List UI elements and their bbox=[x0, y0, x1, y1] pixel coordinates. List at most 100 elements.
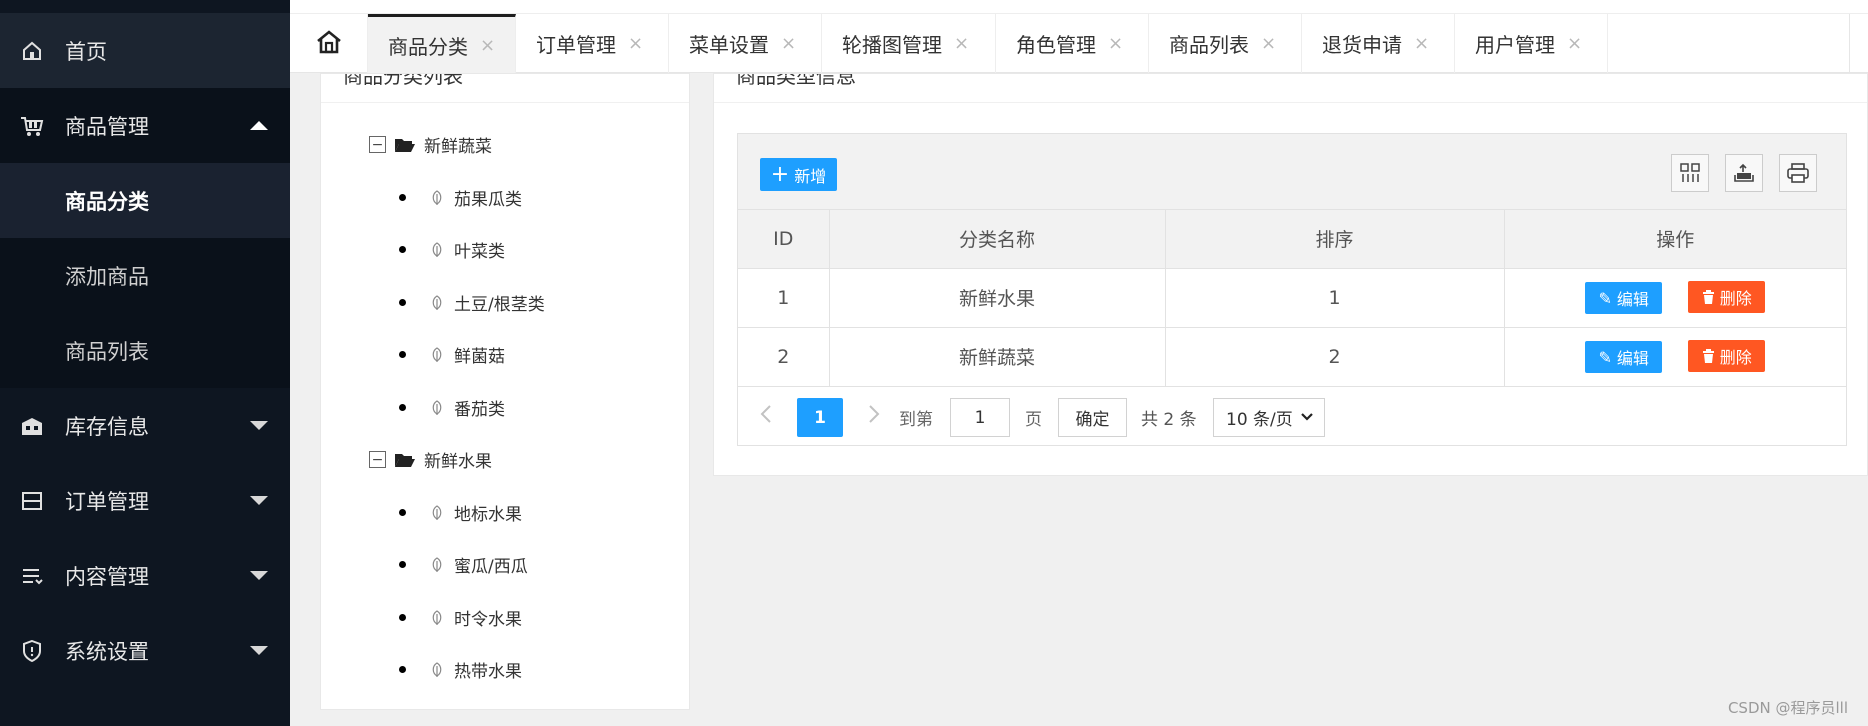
tree-node-leaf[interactable]: 土豆/根茎类 bbox=[399, 290, 545, 315]
tab-users[interactable]: 用户管理 × bbox=[1455, 14, 1608, 73]
bullet bbox=[399, 246, 406, 253]
tab-category[interactable]: 商品分类 × bbox=[368, 14, 516, 73]
edit-button[interactable]: ✎ 编辑 bbox=[1585, 341, 1663, 374]
folder-open-icon bbox=[395, 453, 415, 467]
close-icon[interactable]: × bbox=[954, 33, 969, 54]
page-label: 页 bbox=[1025, 410, 1042, 430]
cell-actions: ✎ 编辑 删除 bbox=[1504, 327, 1846, 387]
tab-goods-list[interactable]: 商品列表 × bbox=[1149, 14, 1302, 73]
trash-icon bbox=[1702, 289, 1714, 304]
column-header[interactable]: 操作 bbox=[1504, 210, 1846, 269]
tree-node-leaf[interactable]: 蜜瓜/西瓜 bbox=[399, 552, 528, 577]
chevron-right-icon[interactable] bbox=[868, 404, 880, 430]
leaf-icon bbox=[432, 346, 442, 362]
chevron-down-icon bbox=[250, 571, 268, 580]
sidebar-item-home[interactable]: 首页 bbox=[0, 13, 290, 88]
delete-button[interactable]: 删除 bbox=[1688, 339, 1766, 372]
tree-node-leaf[interactable]: 时令水果 bbox=[399, 605, 522, 630]
folder-open-icon bbox=[395, 138, 415, 152]
collapse-toggle[interactable]: − bbox=[369, 136, 386, 153]
close-icon[interactable]: × bbox=[1261, 33, 1276, 54]
tab-label: 商品分类 bbox=[388, 34, 468, 59]
edit-button[interactable]: ✎ 编辑 bbox=[1585, 282, 1663, 315]
close-icon[interactable]: × bbox=[628, 33, 643, 54]
sidebar-item-goods[interactable]: 商品管理 bbox=[0, 88, 290, 163]
tree-node-leaf[interactable]: 茄果瓜类 bbox=[399, 185, 522, 210]
add-button[interactable]: + 新增 bbox=[760, 158, 837, 191]
page-size-select[interactable]: 10 条/页 bbox=[1213, 398, 1325, 437]
table-row: 2 新鲜蔬菜 2 ✎ 编辑 删除 bbox=[738, 327, 1846, 387]
sidebar-item-label: 商品管理 bbox=[65, 114, 149, 139]
tab-returns[interactable]: 退货申请 × bbox=[1302, 14, 1455, 73]
tree-node-label: 蜜瓜/西瓜 bbox=[454, 557, 528, 577]
tab-roles[interactable]: 角色管理 × bbox=[996, 14, 1149, 73]
bullet bbox=[399, 404, 406, 411]
warehouse-icon bbox=[20, 414, 44, 438]
tab-menu-settings[interactable]: 菜单设置 × bbox=[669, 14, 822, 73]
tree-node-label: 热带水果 bbox=[454, 662, 522, 682]
sidebar-item-label: 系统设置 bbox=[65, 639, 149, 664]
chevron-left-icon[interactable] bbox=[760, 404, 772, 430]
chevron-down-icon bbox=[250, 646, 268, 655]
close-icon[interactable]: × bbox=[781, 33, 796, 54]
tab-banner[interactable]: 轮播图管理 × bbox=[822, 14, 996, 73]
sidebar-item-label: 商品列表 bbox=[65, 339, 149, 364]
sidebar-item-settings[interactable]: 系统设置 bbox=[0, 613, 290, 688]
trash-icon bbox=[1702, 348, 1714, 363]
columns-icon bbox=[1680, 163, 1700, 182]
pencil-icon: ✎ bbox=[1598, 288, 1612, 308]
delete-button[interactable]: 删除 bbox=[1688, 280, 1766, 313]
tab-home[interactable] bbox=[290, 14, 368, 73]
delete-button-label: 删除 bbox=[1719, 288, 1752, 308]
category-table: ID 分类名称 排序 操作 1 新鲜水果 1 ✎ 编辑 删除 2 新鲜蔬菜 2 … bbox=[738, 210, 1846, 387]
tree-node-label: 新鲜水果 bbox=[424, 452, 492, 472]
tab-label: 菜单设置 bbox=[689, 33, 769, 57]
close-icon[interactable]: × bbox=[1567, 33, 1582, 54]
tree-node-leaf[interactable]: 鲜菌菇 bbox=[399, 342, 505, 367]
close-icon[interactable]: × bbox=[1414, 33, 1429, 54]
cart-icon bbox=[20, 114, 44, 138]
tree-node-leaf[interactable]: 地标水果 bbox=[399, 500, 522, 525]
sidebar-item-label: 订单管理 bbox=[65, 489, 149, 514]
plus-icon: + bbox=[770, 161, 790, 187]
sidebar-item-goods-list[interactable]: 商品列表 bbox=[0, 313, 290, 388]
close-icon[interactable]: × bbox=[1108, 33, 1123, 54]
divider bbox=[321, 102, 689, 103]
tree-node-leaf[interactable]: 叶菜类 bbox=[399, 237, 505, 262]
sidebar-item-label: 商品分类 bbox=[65, 189, 149, 214]
tree-node-group[interactable]: − 新鲜蔬菜 bbox=[369, 132, 492, 157]
bullet bbox=[399, 614, 406, 621]
close-icon[interactable]: × bbox=[480, 35, 495, 56]
leaf-icon bbox=[432, 241, 442, 257]
page-current[interactable]: 1 bbox=[797, 398, 843, 437]
tree-node-group[interactable]: − 新鲜水果 bbox=[369, 447, 492, 472]
goto-page-input[interactable]: 1 bbox=[950, 398, 1010, 437]
sidebar: 首页 商品管理 商品分类 添加商品 商品列表 库存信息 订单管理 内容管理 系统… bbox=[0, 0, 290, 726]
sidebar-item-add-goods[interactable]: 添加商品 bbox=[0, 238, 290, 313]
sidebar-item-category[interactable]: 商品分类 bbox=[0, 163, 290, 238]
tree-node-leaf[interactable]: 热带水果 bbox=[399, 657, 522, 682]
tab-orders[interactable]: 订单管理 × bbox=[516, 14, 669, 73]
shield-icon bbox=[20, 639, 44, 663]
columns-filter-button[interactable] bbox=[1671, 154, 1709, 192]
column-header[interactable]: ID bbox=[738, 210, 830, 269]
sidebar-item-content[interactable]: 内容管理 bbox=[0, 538, 290, 613]
collapse-toggle[interactable]: − bbox=[369, 451, 386, 468]
export-button[interactable] bbox=[1725, 154, 1763, 192]
sidebar-item-orders[interactable]: 订单管理 bbox=[0, 463, 290, 538]
column-header[interactable]: 分类名称 bbox=[829, 210, 1166, 269]
cell-id: 1 bbox=[738, 268, 830, 328]
tab-bar-edge bbox=[1849, 14, 1850, 73]
home-icon bbox=[315, 29, 343, 59]
tab-label: 商品列表 bbox=[1169, 33, 1249, 57]
print-button[interactable] bbox=[1779, 154, 1817, 192]
order-icon bbox=[20, 489, 44, 513]
add-button-label: 新增 bbox=[794, 166, 827, 186]
sidebar-item-inventory[interactable]: 库存信息 bbox=[0, 388, 290, 463]
leaf-icon bbox=[432, 661, 442, 677]
confirm-button[interactable]: 确定 bbox=[1058, 398, 1127, 437]
tree-node-label: 时令水果 bbox=[454, 610, 522, 630]
column-header[interactable]: 排序 bbox=[1165, 210, 1505, 269]
bullet bbox=[399, 561, 406, 568]
tree-node-leaf[interactable]: 番茄类 bbox=[399, 395, 505, 420]
